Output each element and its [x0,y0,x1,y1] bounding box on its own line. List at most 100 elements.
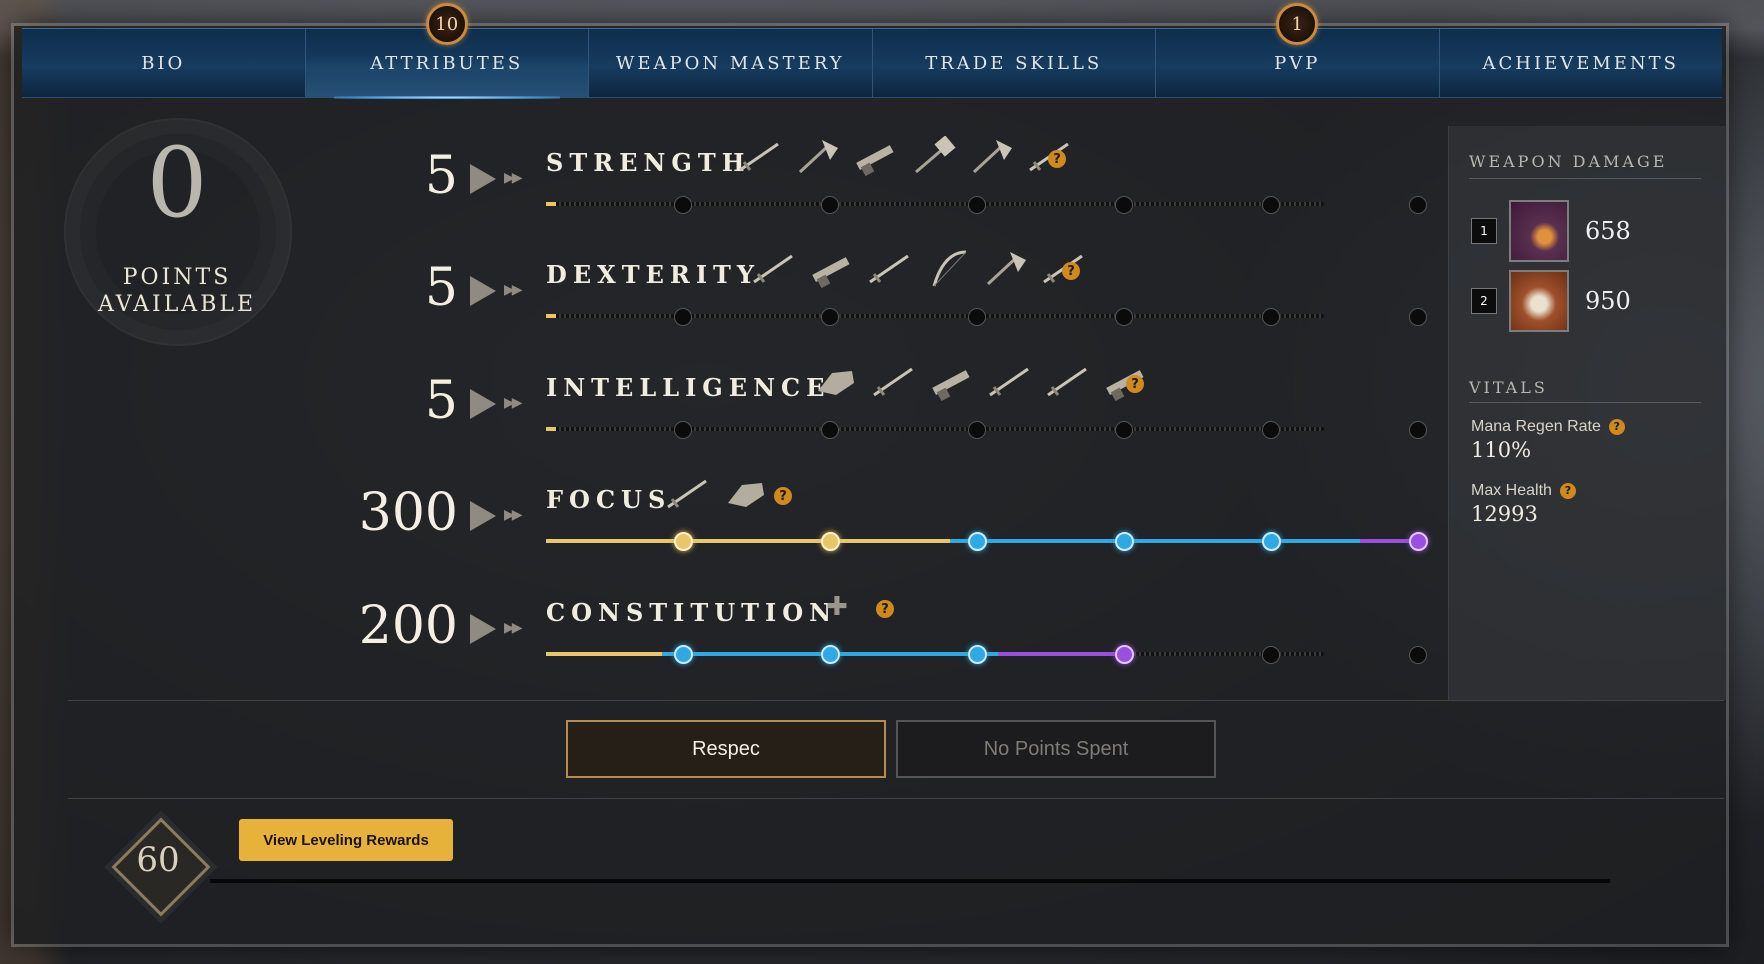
increase-arrow-icon[interactable] [470,389,496,419]
tab-pvp[interactable]: 1 PVP [1156,3,1440,97]
weapon-icons [812,361,1148,402]
weapon-slot-2[interactable]: 2 950 [1471,270,1631,332]
tab-label: TRADE SKILLS [925,52,1103,74]
hatchet-icon [982,248,1028,288]
milestone-node[interactable] [674,421,692,439]
attribute-row-strength: 5 ▶▶ STRENGTH ? [300,128,1430,228]
level-value: 60 [136,840,180,880]
weapon-icons [750,248,1086,289]
attribute-value: 200 [358,596,458,656]
milestone-node[interactable] [968,532,987,551]
help-icon[interactable]: ? [1062,262,1080,280]
milestone-node[interactable] [1409,421,1427,439]
vital-label-text: Mana Regen Rate [1471,418,1601,435]
milestone-node[interactable] [1115,645,1134,664]
milestone-node[interactable] [1115,421,1133,439]
milestone-node[interactable] [968,645,987,664]
slot-number: 1 [1471,218,1497,244]
milestone-node[interactable] [674,196,692,214]
fast-forward-icon[interactable]: ▶▶ [504,282,522,298]
weapon-damage-value: 950 [1585,287,1631,315]
milestone-node[interactable] [1409,532,1428,551]
plus-icon: ✚ [826,592,848,622]
vital-label-text: Max Health [1471,482,1552,499]
milestone-node[interactable] [1262,532,1281,551]
sword-icon [736,136,782,176]
musket-icon [808,248,854,289]
milestone-node[interactable] [821,421,839,439]
level-badge: 60 [111,817,211,917]
life-staff-icon [1509,270,1569,332]
milestone-node[interactable] [674,532,693,551]
tab-label: WEAPON MASTERY [615,52,845,74]
tab-attributes[interactable]: 10 ATTRIBUTES [305,3,589,99]
attribute-value: 5 [424,371,458,431]
milestone-node[interactable] [674,645,693,664]
hatchet-icon [968,136,1014,176]
milestone-node[interactable] [821,308,839,326]
vitals-title: VITALS [1469,378,1548,397]
milestone-node[interactable] [968,421,986,439]
attribute-value: 5 [424,258,458,318]
spear-icon [866,248,912,288]
milestone-node[interactable] [1115,308,1133,326]
help-icon[interactable]: ? [774,487,792,505]
milestone-node[interactable] [1115,532,1134,551]
progress-track [546,308,1427,326]
weapon-icons [736,133,1072,177]
weapon-damage-title: WEAPON DAMAGE [1469,152,1668,171]
no-points-spent-button[interactable]: No Points Spent [896,720,1216,778]
fast-forward-icon[interactable]: ▶▶ [504,170,522,186]
fast-forward-icon[interactable]: ▶▶ [504,395,522,411]
tab-trade-skills[interactable]: TRADE SKILLS [873,29,1156,97]
fast-forward-icon[interactable]: ▶▶ [504,507,522,523]
milestone-node[interactable] [1262,421,1280,439]
milestone-node[interactable] [1409,196,1427,214]
progress-fill-blue [950,539,1360,543]
help-icon[interactable]: ? [1048,150,1066,168]
milestone-node[interactable] [1409,646,1427,664]
progress-fill-purple [998,652,1123,656]
attribute-value: 300 [358,483,458,543]
respec-button[interactable]: Respec [566,720,886,778]
increase-arrow-icon[interactable] [470,614,496,644]
milestone-node[interactable] [821,196,839,214]
points-label-line2: AVAILABLE [97,292,257,317]
void-gauntlet-icon [1509,200,1569,262]
divider [68,700,1724,701]
weapon-icons [664,473,768,513]
increase-arrow-icon[interactable] [470,501,496,531]
progress-fill [546,314,556,318]
help-icon[interactable]: ? [1126,375,1144,393]
spear-icon [986,361,1032,401]
vital-value-max-health: 12993 [1471,502,1538,526]
help-icon[interactable]: ? [1559,482,1576,499]
tab-bio[interactable]: BIO [22,29,306,97]
milestone-node[interactable] [1262,646,1280,664]
tab-weapon-mastery[interactable]: WEAPON MASTERY [589,29,873,97]
weapon-damage-value: 658 [1585,217,1631,245]
slot-number: 2 [1471,288,1497,314]
attribute-name: DEXTERITY [546,260,761,289]
milestone-node[interactable] [1115,196,1133,214]
increase-arrow-icon[interactable] [470,276,496,306]
milestone-node[interactable] [821,532,840,551]
milestone-node[interactable] [968,196,986,214]
weapon-slot-1[interactable]: 1 658 [1471,200,1631,262]
milestone-node[interactable] [1409,308,1427,326]
fast-forward-icon[interactable]: ▶▶ [504,620,522,636]
milestone-node[interactable] [968,308,986,326]
help-icon[interactable]: ? [1608,418,1625,435]
increase-arrow-icon[interactable] [470,164,496,194]
tab-label: ATTRIBUTES [370,52,524,74]
milestone-node[interactable] [821,645,840,664]
tab-achievements[interactable]: ACHIEVEMENTS [1440,29,1723,97]
gauntlet-icon [812,361,858,401]
milestone-node[interactable] [674,308,692,326]
milestone-node[interactable] [1262,308,1280,326]
view-leveling-rewards-button[interactable]: View Leveling Rewards [239,819,453,861]
milestone-node[interactable] [1262,196,1280,214]
notification-badge: 1 [1276,3,1319,45]
help-icon[interactable]: ? [876,600,894,618]
rapier-icon [1044,361,1090,401]
